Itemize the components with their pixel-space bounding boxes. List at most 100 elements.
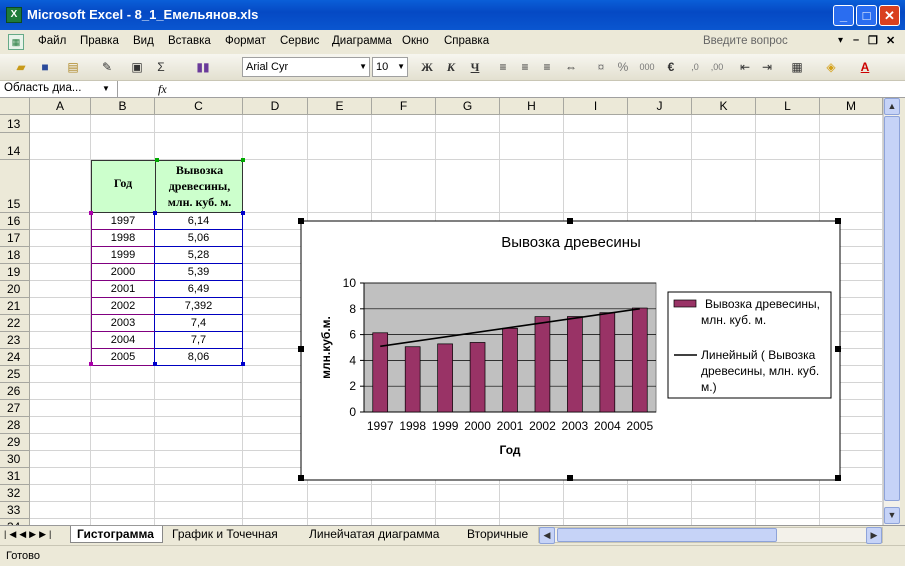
table-cell-year[interactable]: 2004 bbox=[91, 332, 155, 349]
hscroll-thumb[interactable] bbox=[557, 528, 777, 542]
chart-wizard-icon[interactable]: ▮▮ bbox=[194, 58, 212, 76]
fill-color-icon[interactable]: ◈ bbox=[822, 58, 840, 76]
selection-handle[interactable] bbox=[89, 362, 93, 366]
row-header[interactable]: 25 bbox=[0, 366, 30, 383]
row-header[interactable]: 20 bbox=[0, 281, 30, 298]
font-size-combo[interactable]: 10 ▼ bbox=[372, 57, 408, 77]
row-header[interactable]: 33 bbox=[0, 502, 30, 519]
table-cell-value[interactable]: 5,28 bbox=[155, 247, 243, 264]
tab-linear-diagram[interactable]: Линейчатая диаграмма bbox=[309, 526, 439, 543]
table-cell-value[interactable]: 7,4 bbox=[155, 315, 243, 332]
column-header[interactable]: B bbox=[91, 98, 155, 115]
scroll-right-button[interactable]: ▶ bbox=[866, 527, 882, 544]
horizontal-scrollbar[interactable]: ◀ ▶ bbox=[538, 527, 883, 544]
row-header[interactable]: 21 bbox=[0, 298, 30, 315]
table-cell-year[interactable]: 1999 bbox=[91, 247, 155, 264]
table-cell-value[interactable]: 6,49 bbox=[155, 281, 243, 298]
align-center-icon[interactable]: ≡ bbox=[516, 58, 534, 76]
column-header[interactable]: M bbox=[820, 98, 883, 115]
formula-input[interactable] bbox=[178, 81, 883, 97]
maximize-button[interactable]: □ bbox=[856, 5, 877, 26]
row-header[interactable]: 19 bbox=[0, 264, 30, 281]
column-header[interactable]: C bbox=[155, 98, 243, 115]
scroll-thumb[interactable] bbox=[884, 116, 900, 501]
selection-handle[interactable] bbox=[241, 211, 245, 215]
chart-area[interactable]: Вывозка древесины 0 2 4 6 8 10 1997 1998 1999 2000… bbox=[298, 218, 843, 483]
table-cell-year[interactable]: 2003 bbox=[91, 315, 155, 332]
thousands-icon[interactable]: 000 bbox=[638, 58, 656, 76]
table-cell-value[interactable]: 5,39 bbox=[155, 264, 243, 281]
row-header[interactable]: 28 bbox=[0, 417, 30, 434]
column-header[interactable]: F bbox=[372, 98, 436, 115]
row-header[interactable]: 24 bbox=[0, 349, 30, 366]
align-right-icon[interactable]: ≡ bbox=[538, 58, 556, 76]
save-icon[interactable]: ■ bbox=[36, 58, 54, 76]
menu-view[interactable]: Вид bbox=[133, 35, 154, 47]
column-header[interactable]: D bbox=[243, 98, 308, 115]
column-header[interactable]: H bbox=[500, 98, 564, 115]
scroll-up-button[interactable]: ▲ bbox=[884, 98, 900, 115]
merge-center-icon[interactable]: ⇔ bbox=[562, 58, 580, 76]
header-year[interactable]: Год bbox=[91, 176, 155, 191]
row-header[interactable]: 32 bbox=[0, 485, 30, 502]
minimize-button[interactable]: _ bbox=[833, 5, 854, 26]
selection-handle[interactable] bbox=[241, 362, 245, 366]
row-header[interactable]: 26 bbox=[0, 383, 30, 400]
font-name-combo[interactable]: Arial Cyr ▼ bbox=[242, 57, 370, 77]
column-header[interactable]: K bbox=[692, 98, 756, 115]
menu-edit[interactable]: Правка bbox=[80, 35, 119, 47]
paste-icon[interactable]: ▤ bbox=[64, 58, 82, 76]
table-cell-year[interactable]: 2005 bbox=[91, 349, 155, 366]
row-header[interactable]: 14 bbox=[0, 133, 30, 160]
increase-indent-icon[interactable]: ⇥ bbox=[758, 58, 776, 76]
column-header[interactable]: G bbox=[436, 98, 500, 115]
font-color-icon[interactable]: A bbox=[856, 58, 874, 76]
row-header[interactable]: 22 bbox=[0, 315, 30, 332]
open-icon[interactable]: ▰ bbox=[12, 58, 30, 76]
row-header[interactable]: 30 bbox=[0, 451, 30, 468]
vertical-scrollbar[interactable]: ▲ ▼ bbox=[883, 98, 900, 525]
table-cell-year[interactable]: 2001 bbox=[91, 281, 155, 298]
menu-chart[interactable]: Диаграмма bbox=[332, 35, 392, 47]
tab-secondary[interactable]: Вторичные bbox=[467, 526, 528, 543]
euro-icon[interactable]: € bbox=[662, 58, 680, 76]
table-cell-value[interactable]: 7,7 bbox=[155, 332, 243, 349]
bold-button[interactable]: Ж bbox=[418, 58, 436, 76]
name-box[interactable]: Область диа... ▼ bbox=[0, 81, 118, 97]
worksheet-grid[interactable]: ABCDEFGHIJKLM 13 14 15 16 17 18 19 20 21 22 23 24 25… bbox=[0, 98, 883, 525]
column-header[interactable]: E bbox=[308, 98, 372, 115]
row-header[interactable]: 18 bbox=[0, 247, 30, 264]
table-cell-year[interactable]: 1998 bbox=[91, 230, 155, 247]
scroll-left-button[interactable]: ◀ bbox=[539, 527, 555, 544]
selection-handle[interactable] bbox=[153, 362, 157, 366]
doc-close-button[interactable]: ✕ bbox=[886, 34, 895, 47]
select-all-corner[interactable] bbox=[0, 98, 30, 115]
table-cell-value[interactable]: 6,14 bbox=[155, 213, 243, 230]
column-header[interactable]: L bbox=[756, 98, 820, 115]
format-painter-icon[interactable]: ✎ bbox=[98, 58, 116, 76]
row-header[interactable]: 17 bbox=[0, 230, 30, 247]
tab-graph-scatter[interactable]: График и Точечная bbox=[172, 526, 278, 543]
table-cell-year[interactable]: 1997 bbox=[91, 213, 155, 230]
table-cell-value[interactable]: 8,06 bbox=[155, 349, 243, 366]
menu-tools[interactable]: Сервис bbox=[280, 35, 319, 47]
tab-histogram[interactable]: Гистограмма bbox=[70, 526, 163, 543]
decrease-decimal-icon[interactable]: ,00 bbox=[708, 58, 726, 76]
column-header[interactable]: I bbox=[564, 98, 628, 115]
row-header[interactable]: 13 bbox=[0, 115, 30, 133]
chart-type-icon[interactable]: ▣ bbox=[128, 58, 146, 76]
doc-restore-button[interactable]: ❐ bbox=[868, 34, 878, 47]
row-header[interactable]: 15 bbox=[0, 160, 30, 213]
menu-format[interactable]: Формат bbox=[225, 35, 266, 47]
underline-button[interactable]: Ч bbox=[466, 58, 484, 76]
sum-icon[interactable]: Σ bbox=[152, 58, 170, 76]
header-value[interactable]: Вывозка древесины, млн. куб. м. bbox=[156, 162, 243, 210]
ask-question-box[interactable]: Введите вопрос bbox=[703, 35, 788, 47]
decrease-indent-icon[interactable]: ⇤ bbox=[736, 58, 754, 76]
column-header[interactable]: A bbox=[30, 98, 91, 115]
row-header[interactable]: 23 bbox=[0, 332, 30, 349]
align-left-icon[interactable]: ≡ bbox=[494, 58, 512, 76]
table-cell-value[interactable]: 5,06 bbox=[155, 230, 243, 247]
close-button[interactable]: ✕ bbox=[879, 5, 900, 26]
selection-handle[interactable] bbox=[89, 211, 93, 215]
